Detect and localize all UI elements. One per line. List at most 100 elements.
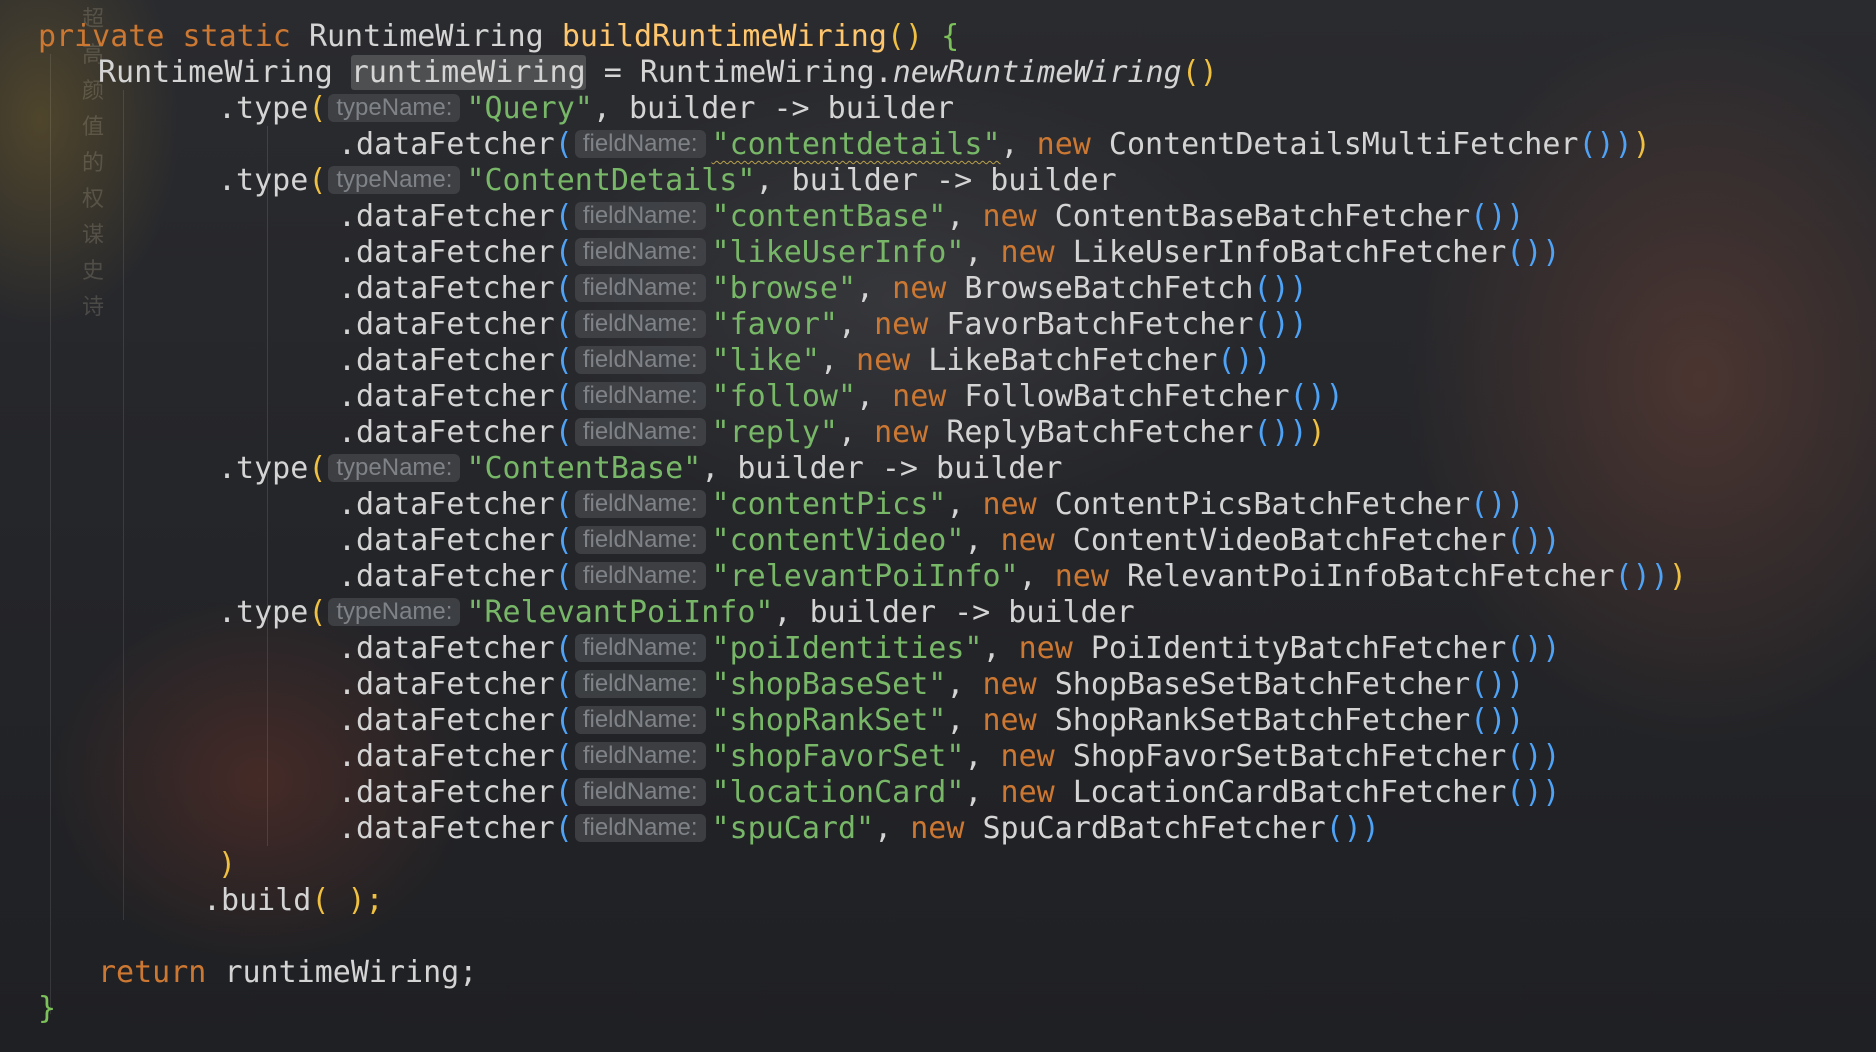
comma: , [964,235,1001,270]
comma: , [1000,127,1037,162]
parens: () [1506,631,1543,666]
datafetcher-line[interactable]: .dataFetcher(fieldName: "likeUserInfo", n… [0,235,1687,271]
type-string: "RelevantPoiInfo" [466,595,774,630]
type-string: "ContentBase" [466,451,702,486]
datafetcher-line[interactable]: .dataFetcher(fieldName: "shopBaseSet", ne… [0,667,1687,703]
keyword-new: new [1018,631,1073,666]
parameter-hint-fieldname: fieldName: [574,310,706,338]
field-string: "contentdetails" [711,127,1001,162]
field-string: "contentPics" [711,487,947,522]
paren: ( [554,235,573,270]
field-string: "poiIdentities" [711,631,983,666]
datafetcher-method: .dataFetcher [338,631,555,666]
parens: () [1289,379,1326,414]
paren: ) [1361,811,1380,846]
datafetcher-line[interactable]: .dataFetcher(fieldName: "shopFavorSet", n… [0,739,1687,775]
paren: ) [1289,307,1308,342]
datafetcher-line[interactable]: .dataFetcher(fieldName: "contentVideo", n… [0,523,1687,559]
build-args: ( ); [311,883,384,918]
field-string: "shopBaseSet" [711,667,947,702]
datafetcher-line[interactable]: .dataFetcher(fieldName: "reply", new Repl… [0,415,1687,451]
datafetcher-line[interactable]: .dataFetcher(fieldName: "spuCard", new Sp… [0,811,1687,847]
datafetcher-line[interactable]: .dataFetcher(fieldName: "locationCard", n… [0,775,1687,811]
keyword-new: new [982,703,1037,738]
parameter-hint-typename: typeName: [328,166,461,194]
datafetcher-method: .dataFetcher [338,343,555,378]
keyword-new: new [1054,559,1109,594]
type-line[interactable]: .type(typeName: "Query", builder -> build… [0,91,1687,127]
paren: ) [1542,775,1561,810]
comma: , [701,451,738,486]
keyword-new: new [982,667,1037,702]
type-method: .type [218,163,309,198]
datafetcher-line[interactable]: .dataFetcher(fieldName: "browse", new Bro… [0,271,1687,307]
type-method: .type [218,451,309,486]
parameter-hint-fieldname: fieldName: [574,418,706,446]
datafetcher-method: .dataFetcher [338,415,555,450]
close-paren-line[interactable]: ) [0,847,1687,883]
parameter-hint-fieldname: fieldName: [574,562,706,590]
return-line[interactable]: return runtimeWiring; [0,955,1687,991]
parens: () [1506,523,1543,558]
parens: () [1506,235,1543,270]
fetcher-class: ShopFavorSetBatchFetcher [1072,739,1507,774]
type-method: .type [218,91,309,126]
paren: ( [554,379,573,414]
paren: ) [1506,703,1525,738]
datafetcher-line[interactable]: .dataFetcher(fieldName: "contentdetails",… [0,127,1687,163]
field-string: "contentVideo" [711,523,965,558]
paren: ( [554,307,573,342]
field-string: "shopFavorSet" [711,739,965,774]
factory-method: newRuntimeWiring [892,55,1182,90]
keyword-new: new [1000,523,1055,558]
paren: ( [554,415,573,450]
parameter-hint-typename: typeName: [328,454,461,482]
keyword-new: new [856,343,911,378]
type-line[interactable]: .type(typeName: "RelevantPoiInfo", builde… [0,595,1687,631]
parameter-hint-fieldname: fieldName: [574,346,706,374]
build-line[interactable]: .build( ); [0,883,1687,919]
datafetcher-line[interactable]: .dataFetcher(fieldName: "shopRankSet", ne… [0,703,1687,739]
datafetcher-line[interactable]: .dataFetcher(fieldName: "contentBase", ne… [0,199,1687,235]
comma: , [946,487,983,522]
field-string: "relevantPoiInfo" [711,559,1019,594]
parameter-hint-fieldname: fieldName: [574,274,706,302]
datafetcher-line[interactable]: .dataFetcher(fieldName: "follow", new Fol… [0,379,1687,415]
declaration-line[interactable]: RuntimeWiring runtimeWiring = RuntimeWir… [0,55,1687,91]
method-signature-line[interactable]: private static RuntimeWiring buildRuntim… [0,19,1687,55]
keyword-new: new [1000,235,1055,270]
fetcher-class: BrowseBatchFetch [964,271,1254,306]
paren: ) [1289,271,1308,306]
type-line[interactable]: .type(typeName: "ContentDetails", builder… [0,163,1687,199]
parens: () [1506,775,1543,810]
datafetcher-line[interactable]: .dataFetcher(fieldName: "favor", new Favo… [0,307,1687,343]
paren: ( [554,343,573,378]
parens: () [1470,199,1507,234]
blank-line[interactable] [0,919,1687,955]
parens: () [1614,559,1651,594]
datafetcher-line[interactable]: .dataFetcher(fieldName: "like", new LikeB… [0,343,1687,379]
paren: ( [554,271,573,306]
fetcher-class: FollowBatchFetcher [964,379,1290,414]
close-brace-line[interactable]: } [0,991,1687,1027]
keyword-new: new [982,487,1037,522]
datafetcher-line[interactable]: .dataFetcher(fieldName: "poiIdentities", … [0,631,1687,667]
datafetcher-line[interactable]: .dataFetcher(fieldName: "contentPics", ne… [0,487,1687,523]
parens: () [1181,55,1218,90]
type-line[interactable]: .type(typeName: "ContentBase", builder ->… [0,451,1687,487]
fetcher-class: FavorBatchFetcher [946,307,1254,342]
fetcher-class: ContentBaseBatchFetcher [1054,199,1471,234]
lambda: builder -> builder [791,163,1117,198]
comma: , [1018,559,1055,594]
parens: () [1578,127,1615,162]
code-editor[interactable]: private static RuntimeWiring buildRuntim… [0,19,1687,1027]
field-string: "favor" [711,307,838,342]
datafetcher-line[interactable]: .dataFetcher(fieldName: "relevantPoiInfo"… [0,559,1687,595]
